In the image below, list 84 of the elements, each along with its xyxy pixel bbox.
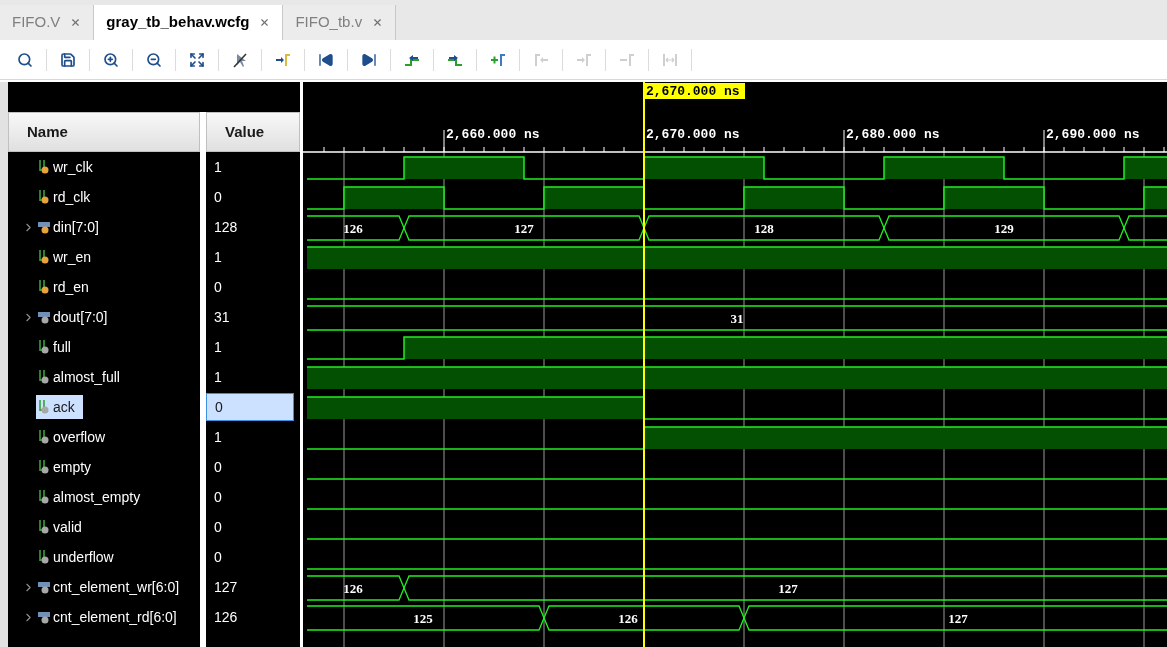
signal-label: full: [53, 337, 71, 357]
time-tick-label: 2,670.000 ns: [646, 127, 740, 142]
signal-value: 127: [213, 577, 239, 597]
signal-name[interactable]: wr_clk: [36, 155, 101, 179]
bus-value-label: 126: [343, 581, 363, 596]
bus-value-label: 129: [994, 221, 1014, 236]
minus-bracket-icon: [619, 51, 635, 68]
plus-bracket-icon: [490, 51, 506, 68]
skip-back-icon: [318, 51, 334, 68]
signal-value: 31: [213, 307, 231, 327]
column-header[interactable]: Value: [206, 112, 300, 152]
expand-icon: [189, 51, 205, 68]
skip-forward-icon: [361, 51, 377, 68]
bus-value-label: 31: [730, 311, 744, 326]
zoom-in-icon: [103, 51, 119, 68]
close-icon[interactable]: [70, 17, 82, 28]
signal-name[interactable]: cnt_element_rd[6:0]: [36, 605, 185, 629]
span-marker-icon: [662, 51, 678, 68]
signal-label: dout[7:0]: [53, 307, 108, 327]
signal-name[interactable]: dout[7:0]: [36, 305, 116, 329]
signal-value: 1: [213, 337, 223, 357]
signal-value: 0: [206, 393, 294, 421]
signal-label: ack: [53, 397, 75, 417]
signal-value: 126: [213, 607, 239, 627]
signal-name[interactable]: wr_en: [36, 245, 100, 269]
zoom-out-icon: [146, 51, 162, 68]
signal-name[interactable]: almost_full: [36, 365, 128, 389]
signal-value: 0: [213, 277, 223, 297]
bus-value-label: 126: [343, 221, 363, 236]
signal-label: almost_empty: [53, 487, 141, 507]
bus-value-label: 125: [413, 611, 433, 626]
signal-label: rd_clk: [53, 187, 91, 207]
close-icon[interactable]: [259, 17, 271, 28]
search-icon: [17, 51, 33, 68]
signal-label: wr_clk: [53, 157, 93, 177]
signal-value: 0: [213, 487, 223, 507]
time-tick-label: 2,690.000 ns: [1046, 127, 1140, 142]
bus-value-label: 127: [514, 221, 534, 236]
signal-label: almost_full: [53, 367, 120, 387]
signal-label: valid: [53, 517, 82, 537]
signal-value: 0: [213, 187, 223, 207]
signal-name[interactable]: valid: [36, 515, 90, 539]
close-icon[interactable]: [372, 17, 384, 28]
signal-name[interactable]: din[7:0]: [36, 215, 107, 239]
cursor-time-label: 2,670.000 ns: [644, 83, 745, 99]
signal-name[interactable]: rd_en: [36, 275, 97, 299]
signal-value: 1: [213, 427, 223, 447]
signal-value: 128: [213, 217, 239, 237]
arrow-bracket-icon: [576, 51, 592, 68]
signal-label: rd_en: [53, 277, 89, 297]
signal-name[interactable]: full: [36, 335, 79, 359]
signal-value: 1: [213, 157, 223, 177]
pointer-slash-icon: [232, 51, 248, 68]
bus-value-label: 127: [778, 581, 798, 596]
signal-value: 0: [213, 547, 223, 567]
signal-name[interactable]: empty: [36, 455, 100, 479]
signal-name[interactable]: overflow: [36, 425, 114, 449]
signal-label: empty: [53, 457, 92, 477]
signal-name[interactable]: cnt_element_wr[6:0]: [36, 575, 188, 599]
bus-value-label: 127: [948, 611, 968, 626]
bracket-arrow-left-icon: [533, 51, 549, 68]
bus-value-label: 126: [618, 611, 638, 626]
signal-value: 1: [213, 367, 223, 387]
signal-label: underflow: [53, 547, 114, 567]
signal-label: overflow: [53, 427, 106, 447]
signal-value: 0: [213, 457, 223, 477]
save-icon: [60, 51, 76, 68]
time-tick-label: 2,660.000 ns: [446, 127, 540, 142]
arrow-to-bracket-icon: [275, 51, 291, 68]
column-header[interactable]: Name: [8, 112, 200, 152]
bus-value-label: 128: [754, 221, 774, 236]
signal-name[interactable]: rd_clk: [36, 185, 99, 209]
editor-tab[interactable]: gray_tb_behav.wcfg: [94, 5, 284, 40]
signal-name[interactable]: ack: [36, 395, 83, 419]
waveform-view[interactable]: 2,660.000 ns 2,670.000 ns 2,680.000 ns 2,690.000 ns 126 127 128 129 31 126 127 125 126 127 2,670.000 ns: [303, 82, 1167, 647]
signal-label: wr_en: [53, 247, 92, 267]
signal-label: din[7:0]: [53, 217, 99, 237]
signal-label: cnt_element_rd[6:0]: [53, 607, 177, 627]
time-tick-label: 2,680.000 ns: [846, 127, 940, 142]
signal-value: 1: [213, 247, 223, 267]
signal-name[interactable]: almost_empty: [36, 485, 149, 509]
signal-name[interactable]: underflow: [36, 545, 122, 569]
signal-value: 0: [213, 517, 223, 537]
signal-label: cnt_element_wr[6:0]: [53, 577, 180, 597]
